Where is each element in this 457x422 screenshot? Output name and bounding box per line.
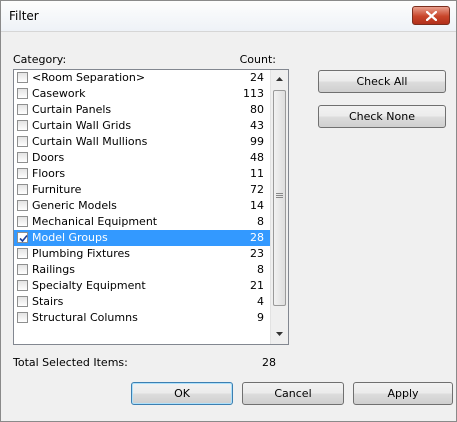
category-checkbox[interactable] xyxy=(17,264,28,275)
category-name: Model Groups xyxy=(32,231,108,244)
category-checkbox[interactable] xyxy=(17,168,28,179)
category-name: Generic Models xyxy=(32,199,117,212)
scroll-up-arrow[interactable] xyxy=(271,70,288,88)
category-name: Doors xyxy=(32,151,65,164)
list-item[interactable]: Doors 48 xyxy=(14,150,270,166)
category-checkbox[interactable] xyxy=(17,152,28,163)
list-item[interactable]: Plumbing Fixtures 23 xyxy=(14,246,270,262)
category-checkbox[interactable] xyxy=(17,136,28,147)
checkmark-icon xyxy=(19,234,28,243)
category-count: 4 xyxy=(257,295,264,308)
category-checkbox[interactable] xyxy=(17,248,28,259)
category-name: Curtain Wall Grids xyxy=(32,119,132,132)
list-item[interactable]: Generic Models 14 xyxy=(14,198,270,214)
category-count: 113 xyxy=(243,87,264,100)
scroll-thumb[interactable] xyxy=(273,90,286,306)
scroll-down-icon xyxy=(276,332,283,336)
category-name: Railings xyxy=(32,263,75,276)
category-count: 23 xyxy=(250,247,264,260)
category-name: Curtain Wall Mullions xyxy=(32,135,148,148)
scroll-down-arrow[interactable] xyxy=(271,325,288,343)
grip-icon xyxy=(276,193,283,194)
category-checkbox[interactable] xyxy=(17,88,28,99)
category-name: Stairs xyxy=(32,295,64,308)
list-item[interactable]: Curtain Wall Grids 43 xyxy=(14,118,270,134)
category-count: 48 xyxy=(250,151,264,164)
category-name: Furniture xyxy=(32,183,82,196)
check-all-button[interactable]: Check All xyxy=(318,70,446,93)
category-name: Structural Columns xyxy=(32,311,138,324)
list-item[interactable]: Curtain Panels 80 xyxy=(14,102,270,118)
list-item[interactable]: Structural Columns 9 xyxy=(14,310,270,326)
list-item[interactable]: Furniture 72 xyxy=(14,182,270,198)
count-header: Count: xyxy=(239,53,276,66)
category-count: 14 xyxy=(250,199,264,212)
category-count: 80 xyxy=(250,103,264,116)
category-count: 28 xyxy=(250,231,264,244)
list-item[interactable]: Floors 11 xyxy=(14,166,270,182)
category-checkbox[interactable] xyxy=(17,200,28,211)
category-count: 21 xyxy=(250,279,264,292)
close-button[interactable] xyxy=(412,6,450,25)
category-checkbox[interactable] xyxy=(17,184,28,195)
window-title: Filter xyxy=(9,9,39,23)
total-selected-label: Total Selected Items: xyxy=(13,356,128,369)
category-count: 72 xyxy=(250,183,264,196)
check-none-button[interactable]: Check None xyxy=(318,105,446,128)
category-count: 99 xyxy=(250,135,264,148)
category-checkbox[interactable] xyxy=(17,216,28,227)
cancel-button[interactable]: Cancel xyxy=(242,382,344,405)
category-name: <Room Separation> xyxy=(32,71,146,84)
close-icon xyxy=(426,11,437,21)
category-checkbox[interactable] xyxy=(17,232,28,243)
category-checkbox[interactable] xyxy=(17,104,28,115)
category-name: Specialty Equipment xyxy=(32,279,146,292)
category-checkbox[interactable] xyxy=(17,312,28,323)
category-list[interactable]: <Room Separation> 24 Casework 113 Curtain Pa… xyxy=(13,69,289,345)
category-count: 8 xyxy=(257,263,264,276)
category-name: Plumbing Fixtures xyxy=(32,247,131,260)
category-rows: <Room Separation> 24 Casework 113 Curtain Pa… xyxy=(14,70,270,326)
category-checkbox[interactable] xyxy=(17,296,28,307)
list-item[interactable]: Curtain Wall Mullions 99 xyxy=(14,134,270,150)
category-count: 9 xyxy=(257,311,264,324)
category-header: Category: xyxy=(13,53,67,66)
list-item[interactable]: Casework 113 xyxy=(14,86,270,102)
category-name: Casework xyxy=(32,87,86,100)
list-item[interactable]: <Room Separation> 24 xyxy=(14,70,270,86)
category-count: 24 xyxy=(250,71,264,84)
vertical-scrollbar[interactable] xyxy=(270,70,288,344)
category-count: 8 xyxy=(257,215,264,228)
list-item[interactable]: Stairs 4 xyxy=(14,294,270,310)
category-name: Curtain Panels xyxy=(32,103,112,116)
filter-dialog: Filter Category: Count: <Room Separation… xyxy=(0,0,457,422)
category-checkbox[interactable] xyxy=(17,120,28,131)
category-name: Mechanical Equipment xyxy=(32,215,158,228)
apply-button[interactable]: Apply xyxy=(353,382,453,405)
category-count: 43 xyxy=(250,119,264,132)
category-checkbox[interactable] xyxy=(17,280,28,291)
category-count: 11 xyxy=(250,167,264,180)
list-item[interactable]: Model Groups 28 xyxy=(14,230,270,246)
total-selected-value: 28 xyxy=(262,356,276,369)
list-item[interactable]: Railings 8 xyxy=(14,262,270,278)
list-item[interactable]: Mechanical Equipment 8 xyxy=(14,214,270,230)
list-item[interactable]: Specialty Equipment 21 xyxy=(14,278,270,294)
scroll-up-icon xyxy=(276,77,283,81)
category-name: Floors xyxy=(32,167,66,180)
ok-button[interactable]: OK xyxy=(131,382,233,405)
category-checkbox[interactable] xyxy=(17,72,28,83)
title-bar: Filter xyxy=(1,1,456,32)
